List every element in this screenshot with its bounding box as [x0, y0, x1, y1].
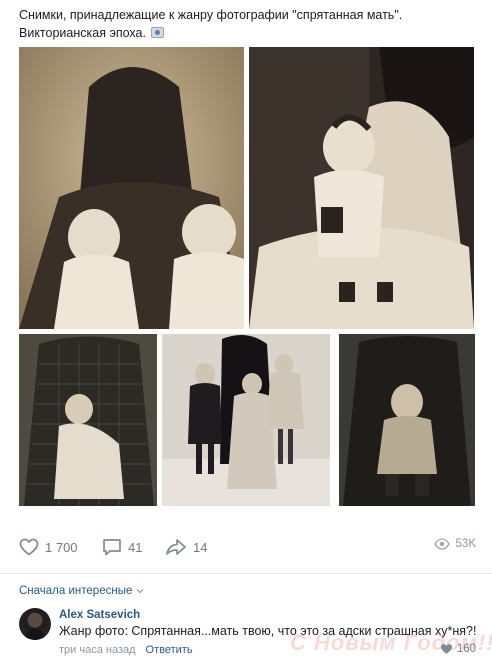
photo-baby-veiled-mother-image: [339, 334, 475, 506]
avatar[interactable]: [19, 608, 51, 640]
comment-time[interactable]: три часа назад: [59, 644, 136, 656]
like-count: 1 700: [45, 539, 78, 555]
comment-author[interactable]: Alex Satsevich: [59, 609, 140, 621]
photo-two-babies[interactable]: [19, 47, 244, 329]
post-caption: Снимки, принадлежащие к жанру фотографии…: [19, 8, 403, 40]
comment-count: 41: [128, 539, 143, 555]
chevron-down-icon: [136, 589, 144, 594]
photo-toddler-lap-image: [249, 47, 474, 329]
photo-infant-veil-image: [19, 334, 157, 506]
comment-meta: три часа назад Ответить: [59, 644, 193, 656]
comment-icon: [103, 539, 121, 556]
camera-emoji-icon: [151, 27, 165, 38]
views-counter: 53K: [433, 538, 476, 550]
photo-two-babies-image: [19, 47, 244, 329]
photo-infant-veil[interactable]: [19, 334, 157, 506]
share-arrow-icon: [166, 539, 186, 555]
comment-like-count: 160: [456, 643, 476, 655]
comment-like-button[interactable]: 160: [440, 643, 476, 655]
photo-toddler-lap[interactable]: [249, 47, 474, 329]
post-text: Снимки, принадлежащие к жанру фотографии…: [19, 6, 479, 42]
comments-sort-label: Сначала интересные: [19, 585, 133, 597]
share-count: 14: [193, 539, 208, 555]
eye-icon: [433, 538, 450, 550]
photo-three-children[interactable]: [162, 334, 330, 506]
like-button[interactable]: 1 700: [19, 538, 78, 556]
post-divider: [0, 573, 492, 574]
comments-sort-dropdown[interactable]: Сначала интересные: [19, 585, 144, 597]
comment-button[interactable]: 41: [102, 538, 142, 556]
views-count: 53K: [455, 538, 476, 550]
share-button[interactable]: 14: [165, 538, 207, 556]
heart-icon: [440, 644, 452, 654]
photo-three-children-image: [162, 334, 330, 506]
heart-icon: [19, 538, 39, 556]
photo-baby-veiled-mother[interactable]: [339, 334, 475, 506]
reply-button[interactable]: Ответить: [146, 644, 193, 656]
post-actions: 1 700 41 14 53K: [19, 538, 476, 560]
